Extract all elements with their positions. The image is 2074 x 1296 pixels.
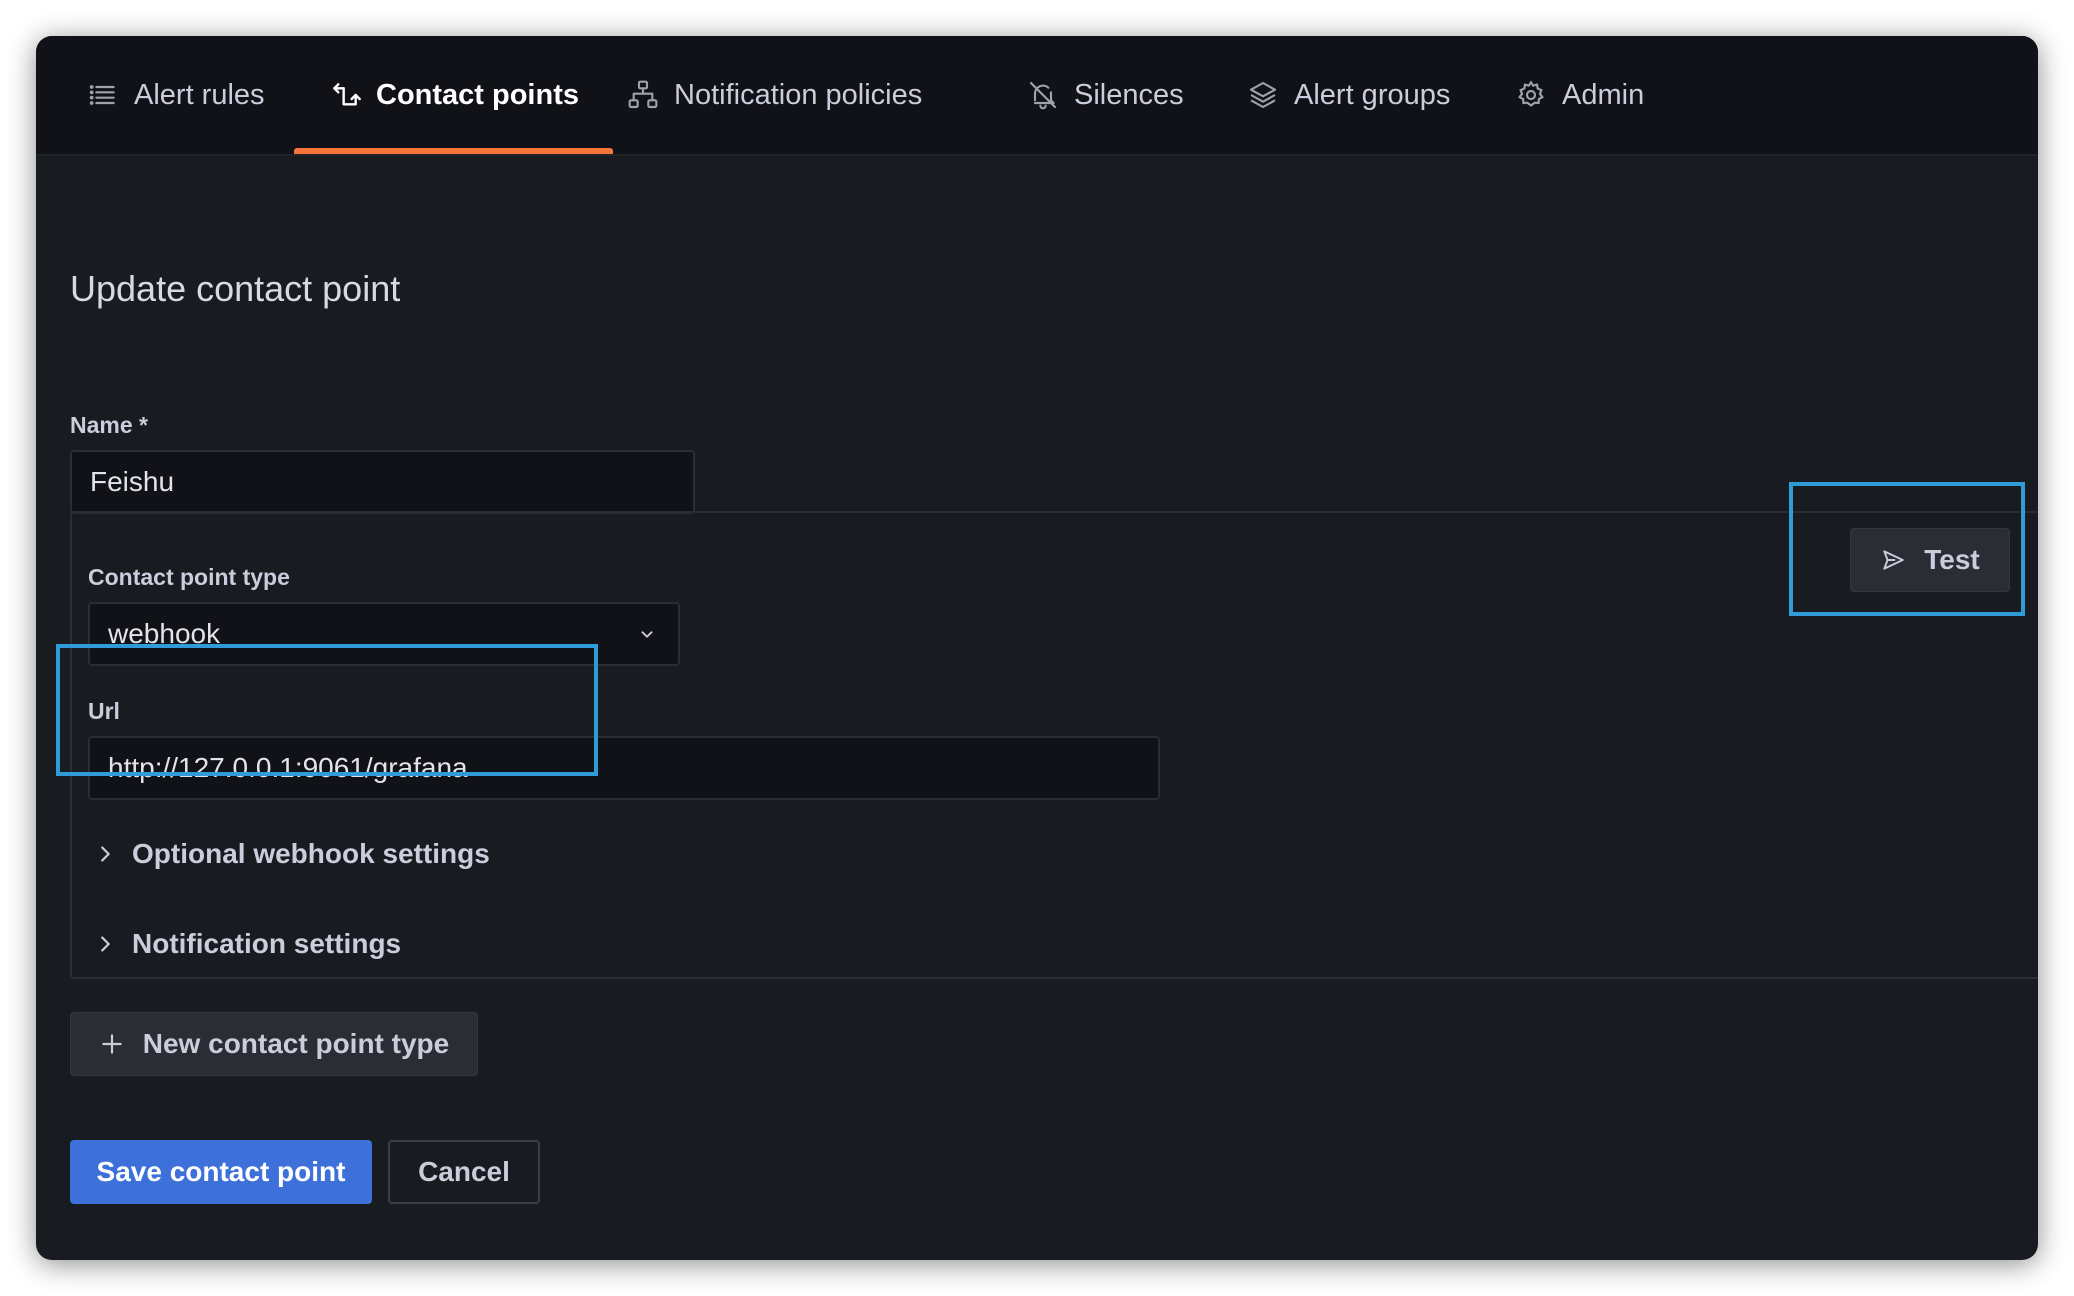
chevron-right-icon [101, 846, 110, 862]
test-button[interactable]: Test [1850, 528, 2010, 592]
tab-label: Admin [1562, 78, 1645, 111]
active-tab-indicator [294, 148, 613, 154]
tab-label: Contact points [376, 78, 579, 111]
new-contact-point-type-label: New contact point type [142, 1028, 450, 1059]
bell-slash-icon [1026, 78, 1060, 112]
plus-icon [102, 1034, 122, 1054]
test-button-label: Test [1924, 544, 1980, 575]
notification-settings-label: Notification settings [132, 928, 402, 959]
optional-webhook-settings-label: Optional webhook settings [132, 838, 490, 869]
chevron-right-icon [101, 936, 110, 952]
list-icon [86, 78, 120, 112]
tab-alert-groups[interactable]: Alert groups [1246, 36, 1450, 154]
cog-icon [1514, 78, 1548, 112]
url-input[interactable] [88, 736, 1160, 800]
alerting-tab-bar: Alert rules Contact points Notification … [36, 36, 2038, 156]
tab-alert-rules[interactable]: Alert rules [86, 36, 265, 154]
new-contact-point-type-button[interactable]: New contact point type [70, 1012, 478, 1076]
notification-settings-toggle[interactable]: Notification settings [94, 928, 401, 960]
chevron-down-icon [641, 631, 653, 638]
tab-label: Alert rules [134, 78, 265, 111]
tab-silences[interactable]: Silences [1026, 36, 1184, 154]
cancel-button[interactable]: Cancel [388, 1140, 540, 1204]
tab-label: Notification policies [674, 78, 923, 111]
sitemap-icon [626, 78, 660, 112]
tab-admin[interactable]: Admin [1514, 36, 1644, 154]
url-label: Url [88, 698, 120, 724]
tab-label: Silences [1074, 78, 1184, 111]
tab-contact-points[interactable]: Contact points [294, 36, 613, 154]
layer-group-icon [1246, 78, 1280, 112]
contact-point-type-label: Contact point type [88, 564, 290, 590]
contact-point-type-select[interactable]: webhook [88, 602, 680, 666]
tab-notification-policies[interactable]: Notification policies [626, 36, 922, 154]
save-contact-point-button[interactable]: Save contact point [70, 1140, 372, 1204]
app-window: Alert rules Contact points Notification … [36, 36, 2038, 1260]
send-icon [1883, 550, 1904, 570]
tab-label: Alert groups [1294, 78, 1451, 111]
contact-point-type-value: webhook [108, 618, 221, 649]
page-title: Update contact point [70, 268, 401, 309]
optional-webhook-settings-toggle[interactable]: Optional webhook settings [94, 838, 490, 870]
contact-points-icon [328, 78, 362, 112]
name-label: Name * [70, 412, 148, 438]
name-input[interactable] [70, 450, 695, 514]
